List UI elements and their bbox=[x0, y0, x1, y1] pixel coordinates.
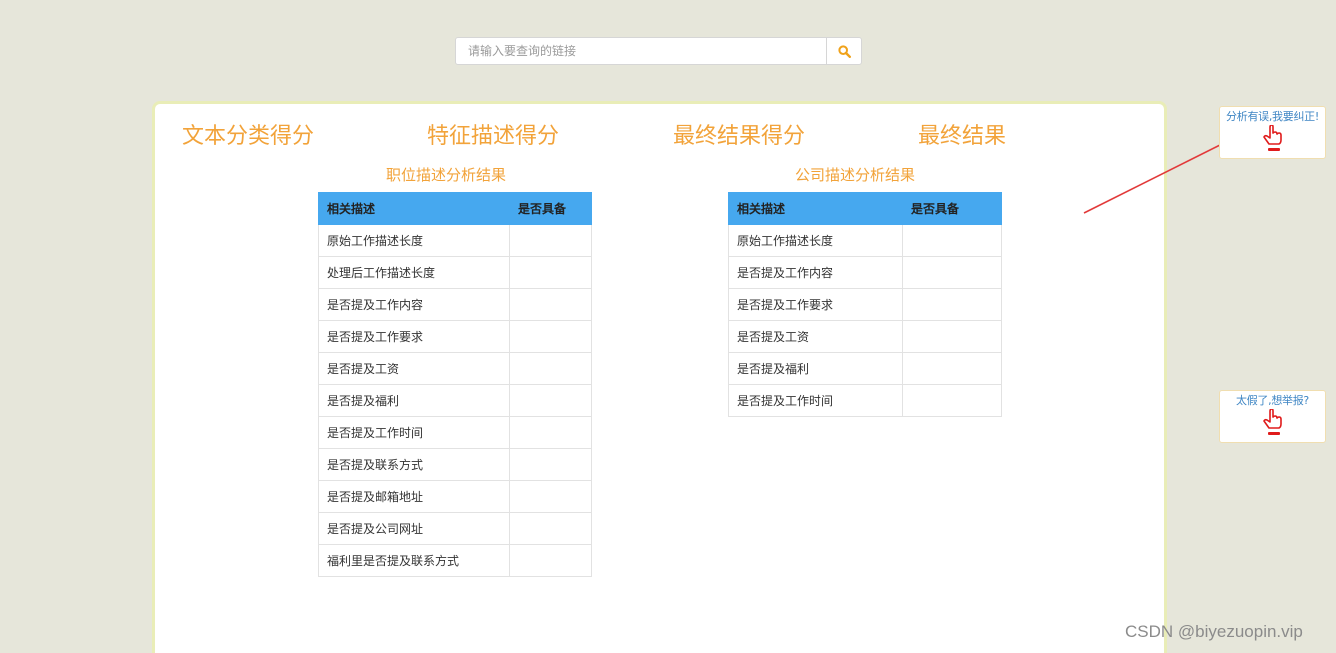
row-description: 处理后工作描述长度 bbox=[318, 256, 510, 289]
watermark: CSDN @biyezuopin.vip bbox=[1125, 622, 1303, 641]
table-row: 是否提及公司网址 bbox=[318, 512, 592, 545]
pointing-hand-icon bbox=[1262, 125, 1282, 151]
row-value bbox=[509, 384, 592, 417]
report-fake-label: 太假了,想举报? bbox=[1236, 394, 1309, 407]
company-analysis-table: 相关描述 是否具备 原始工作描述长度 是否提及工作内容 是否提及工作要求 是否提… bbox=[728, 192, 1002, 417]
row-description: 是否提及工资 bbox=[728, 320, 903, 353]
final-result-label: 最终结果 bbox=[918, 124, 1007, 149]
row-description: 是否提及工资 bbox=[318, 352, 510, 385]
row-value bbox=[509, 224, 592, 257]
table-header-has: 是否具备 bbox=[902, 192, 1002, 225]
row-value bbox=[509, 320, 592, 353]
search-input[interactable] bbox=[456, 38, 826, 64]
correct-analysis-label: 分析有误,我要纠正! bbox=[1226, 110, 1319, 123]
job-analysis-title: 职位描述分析结果 bbox=[386, 166, 507, 184]
row-value bbox=[509, 448, 592, 481]
table-header-has: 是否具备 bbox=[509, 192, 592, 225]
final-result-score-label: 最终结果得分 bbox=[673, 124, 806, 149]
row-value bbox=[509, 512, 592, 545]
table-row: 是否提及工作时间 bbox=[728, 384, 1002, 417]
correct-analysis-button[interactable]: 分析有误,我要纠正! bbox=[1219, 106, 1326, 159]
table-row: 处理后工作描述长度 bbox=[318, 256, 592, 289]
table-row: 是否提及邮箱地址 bbox=[318, 480, 592, 513]
row-description: 是否提及工作要求 bbox=[318, 320, 510, 353]
table-row: 是否提及工资 bbox=[318, 352, 592, 385]
row-value bbox=[902, 320, 1002, 353]
row-description: 是否提及工作要求 bbox=[728, 288, 903, 321]
row-description: 是否提及公司网址 bbox=[318, 512, 510, 545]
table-row: 是否提及工作内容 bbox=[318, 288, 592, 321]
row-description: 福利里是否提及联系方式 bbox=[318, 544, 510, 577]
row-description: 是否提及福利 bbox=[318, 384, 510, 417]
search-bar bbox=[455, 37, 862, 65]
search-button[interactable] bbox=[826, 38, 861, 64]
row-value bbox=[509, 288, 592, 321]
table-row: 是否提及工作内容 bbox=[728, 256, 1002, 289]
row-value bbox=[902, 256, 1002, 289]
table-row: 是否提及联系方式 bbox=[318, 448, 592, 481]
table-row: 原始工作描述长度 bbox=[728, 224, 1002, 257]
row-value bbox=[902, 288, 1002, 321]
row-value bbox=[509, 416, 592, 449]
row-description: 是否提及邮箱地址 bbox=[318, 480, 510, 513]
row-description: 是否提及工作内容 bbox=[318, 288, 510, 321]
table-header-description: 相关描述 bbox=[728, 192, 903, 225]
table-row: 是否提及工资 bbox=[728, 320, 1002, 353]
row-description: 是否提及工作内容 bbox=[728, 256, 903, 289]
row-description: 是否提及联系方式 bbox=[318, 448, 510, 481]
table-header-description: 相关描述 bbox=[318, 192, 510, 225]
row-description: 是否提及工作时间 bbox=[728, 384, 903, 417]
row-description: 是否提及福利 bbox=[728, 352, 903, 385]
search-icon bbox=[837, 44, 851, 58]
text-classification-score-label: 文本分类得分 bbox=[182, 124, 315, 149]
row-description: 是否提及工作时间 bbox=[318, 416, 510, 449]
row-value bbox=[902, 224, 1002, 257]
feature-description-score-label: 特征描述得分 bbox=[427, 124, 560, 149]
row-description: 原始工作描述长度 bbox=[728, 224, 903, 257]
table-row: 原始工作描述长度 bbox=[318, 224, 592, 257]
job-analysis-table: 相关描述 是否具备 原始工作描述长度 处理后工作描述长度 是否提及工作内容 是否… bbox=[318, 192, 592, 577]
pointing-hand-icon bbox=[1262, 409, 1282, 435]
table-row: 是否提及工作要求 bbox=[728, 288, 1002, 321]
row-value bbox=[509, 544, 592, 577]
row-description: 原始工作描述长度 bbox=[318, 224, 510, 257]
table-row: 是否提及福利 bbox=[318, 384, 592, 417]
row-value bbox=[509, 256, 592, 289]
row-value bbox=[902, 352, 1002, 385]
row-value bbox=[902, 384, 1002, 417]
row-value bbox=[509, 352, 592, 385]
report-fake-button[interactable]: 太假了,想举报? bbox=[1219, 390, 1326, 443]
table-row: 是否提及工作时间 bbox=[318, 416, 592, 449]
table-row: 福利里是否提及联系方式 bbox=[318, 544, 592, 577]
table-row: 是否提及工作要求 bbox=[318, 320, 592, 353]
result-panel: 文本分类得分 特征描述得分 最终结果得分 最终结果 职位描述分析结果 公司描述分… bbox=[152, 101, 1167, 653]
table-row: 是否提及福利 bbox=[728, 352, 1002, 385]
company-analysis-title: 公司描述分析结果 bbox=[795, 166, 916, 184]
row-value bbox=[509, 480, 592, 513]
